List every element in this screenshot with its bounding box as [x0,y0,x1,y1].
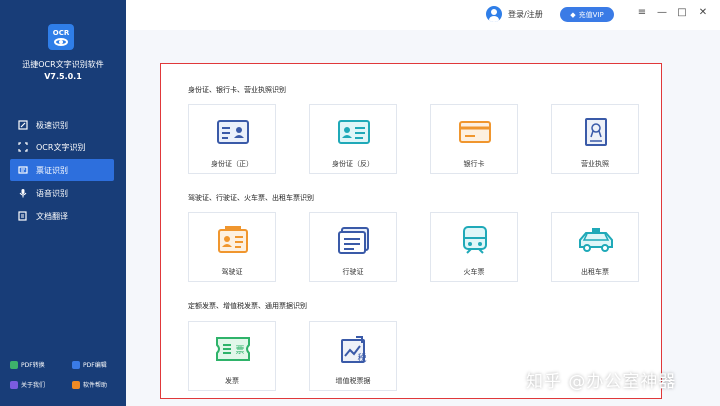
card-label: 身份证（正） [211,160,253,168]
about-icon [10,380,18,389]
card-label: 发票 [225,377,239,385]
card-train-ticket[interactable]: 火车票 [430,212,518,282]
card-label: 营业执照 [581,160,609,168]
vat-invoice-icon: 税 [334,334,374,364]
card-vat-invoice[interactable]: 税 增值税票据 [309,321,397,391]
menu-icon[interactable]: ≡ [636,7,648,18]
about-link[interactable]: 关于我们 [10,380,45,389]
close-icon[interactable]: ✕ [697,7,709,18]
card-label: 身份证（反） [332,160,374,168]
help-icon [72,380,80,389]
card-label: 出租车票 [581,268,609,276]
sidebar-item-label: 票证识别 [36,165,68,175]
sidebar-item-voice-ocr[interactable]: 语音识别 [10,182,114,204]
card-label: 增值税票据 [335,377,371,385]
card-label: 驾驶证 [221,268,243,276]
sidebar-item-ticket-ocr[interactable]: 票证识别 [10,159,114,181]
sidebar-item-label: 文档翻译 [36,211,68,221]
microphone-icon [18,188,28,198]
vat-icon-text: 税 [357,352,366,364]
section-title-invoice: 定额发票、增值税发票、通用票据识别 [188,302,307,310]
lightning-icon [18,120,28,130]
business-license-icon [576,117,616,147]
watermark-text: 知乎 @办公室神器 [526,372,677,392]
card-vehicle-license[interactable]: 行驶证 [309,212,397,282]
card-id-front[interactable]: 身份证（正） [188,104,276,174]
card-taxi-ticket[interactable]: 出租车票 [551,212,639,282]
help-link[interactable]: 软件帮助 [72,380,107,389]
card-invoice[interactable]: 票 发票 [188,321,276,391]
invoice-icon: 票 [213,334,253,364]
pdf-convert-icon [10,360,18,369]
taxi-ticket-icon [576,225,616,255]
sidebar-item-label: 极速识别 [36,120,68,130]
card-business-license[interactable]: 营业执照 [551,104,639,174]
card-label: 火车票 [463,268,485,276]
sidebar-item-ocr-text[interactable]: OCR文字识别 [10,136,114,158]
app-logo: OCR [48,24,74,50]
sidebar-item-fast-ocr[interactable]: 极速识别 [10,114,114,136]
pdf-edit-icon [72,360,80,369]
diamond-icon: ◆ [570,10,576,19]
section-title-id-bank: 身份证、银行卡、营业执照识别 [188,86,286,94]
bank-card-icon [455,117,495,147]
train-ticket-icon [455,225,495,255]
minimize-icon[interactable]: — [656,7,668,18]
pdf-edit-link[interactable]: PDF编辑 [72,360,107,369]
top-bar [126,0,720,30]
ticket-icon [18,165,28,175]
user-avatar-icon[interactable] [486,6,502,22]
invoice-icon-text: 票 [235,345,244,356]
ocr-scan-icon [18,142,28,152]
app-version: V7.5.0.1 [44,72,82,81]
vehicle-license-icon [334,225,374,255]
section-title-license-ticket: 驾驶证、行驶证、火车票、出租车票识别 [188,194,314,202]
sidebar-item-label: OCR文字识别 [36,142,86,152]
driver-license-icon [213,225,253,255]
ticket-recognition-panel: 身份证、银行卡、营业执照识别 身份证（正） 身份证（反） 银行卡 营业执照 驾驶… [160,63,662,399]
card-bank-card[interactable]: 银行卡 [430,104,518,174]
sidebar-item-label: 语音识别 [36,188,68,198]
translate-icon [18,211,28,221]
id-card-back-icon [334,117,374,147]
maximize-icon[interactable]: □ [676,7,688,18]
vip-recharge-button[interactable]: ◆ 充值VIP [560,7,614,22]
login-register-link[interactable]: 登录/注册 [508,9,543,20]
sidebar: OCR 迅捷OCR文字识别软件 V7.5.0.1 极速识别 OCR文字识别 票证… [0,0,126,406]
card-id-back[interactable]: 身份证（反） [309,104,397,174]
card-driver-license[interactable]: 驾驶证 [188,212,276,282]
id-card-front-icon [213,117,253,147]
app-name: 迅捷OCR文字识别软件 [22,60,104,69]
card-label: 行驶证 [342,268,364,276]
eye-icon [54,37,68,46]
pdf-convert-link[interactable]: PDF转换 [10,360,45,369]
card-label: 银行卡 [463,160,485,168]
logo-text: OCR [52,28,70,37]
sidebar-item-doc-translate[interactable]: 文档翻译 [10,205,114,227]
